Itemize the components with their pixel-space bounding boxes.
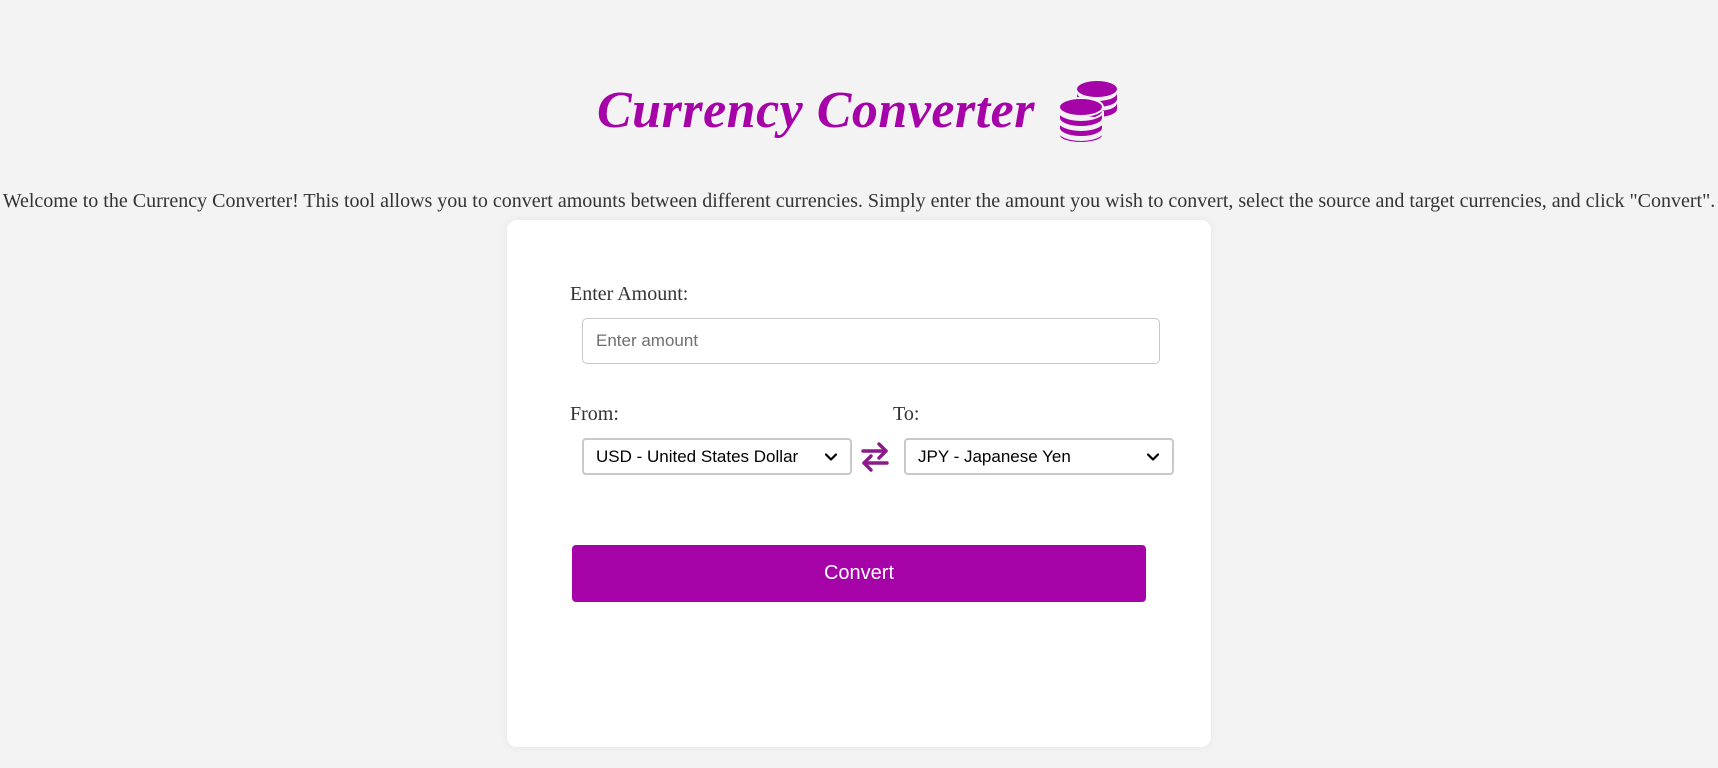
chevron-down-icon xyxy=(824,452,838,461)
header: Currency Converter xyxy=(0,70,1718,150)
from-currency-select[interactable]: USD - United States Dollar xyxy=(582,438,852,475)
amount-input[interactable] xyxy=(582,318,1160,364)
intro-text: Welcome to the Currency Converter! This … xyxy=(2,190,1716,212)
to-currency-value: JPY - Japanese Yen xyxy=(918,446,1071,466)
coins-icon xyxy=(1058,81,1117,143)
converter-card: Enter Amount: From: USD - United States … xyxy=(507,220,1211,747)
from-label: From: xyxy=(570,403,619,425)
amount-label: Enter Amount: xyxy=(570,283,689,305)
convert-button[interactable]: Convert xyxy=(572,545,1146,602)
page-title: Currency Converter xyxy=(597,81,1035,139)
to-label: To: xyxy=(893,403,920,425)
from-currency-value: USD - United States Dollar xyxy=(596,446,799,466)
chevron-down-icon xyxy=(1146,452,1160,461)
swap-arrows-icon[interactable] xyxy=(859,441,891,473)
to-currency-select[interactable]: JPY - Japanese Yen xyxy=(904,438,1174,475)
